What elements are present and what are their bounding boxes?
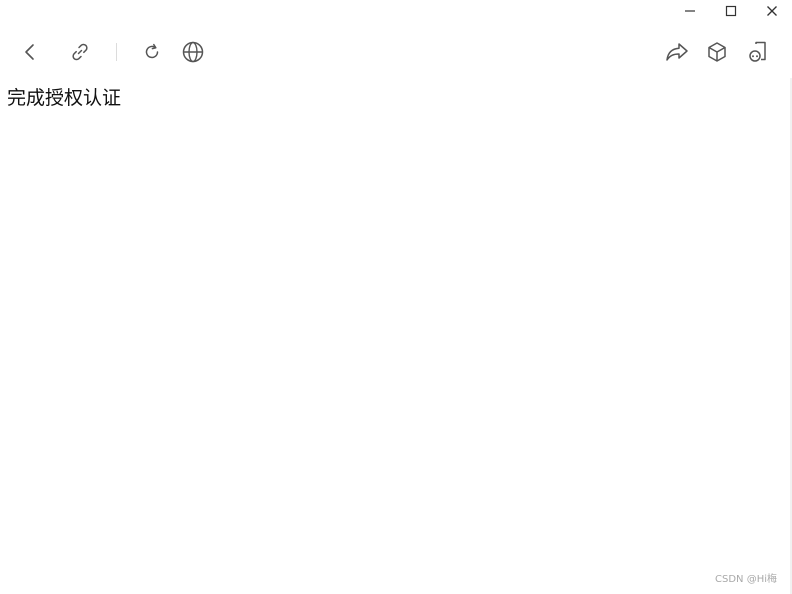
minimize-button[interactable] bbox=[669, 0, 710, 22]
maximize-icon bbox=[725, 5, 736, 17]
window-controls bbox=[669, 0, 792, 22]
close-icon bbox=[766, 6, 777, 16]
globe-icon bbox=[182, 41, 204, 63]
mini-program-icon bbox=[749, 41, 766, 62]
link-icon bbox=[72, 43, 88, 61]
auth-complete-message: 完成授权认证 bbox=[7, 87, 122, 109]
cube-icon bbox=[708, 42, 726, 62]
browser-window: 完成授权认证 CSDN @Hi梅 bbox=[0, 0, 792, 594]
refresh-icon bbox=[145, 43, 159, 59]
watermark: CSDN @Hi梅 bbox=[715, 574, 777, 585]
mini-program-button[interactable] bbox=[740, 32, 776, 72]
cube-button[interactable] bbox=[699, 32, 735, 72]
share-icon bbox=[666, 43, 688, 61]
open-in-browser-button[interactable] bbox=[175, 32, 211, 72]
close-button[interactable] bbox=[751, 0, 792, 22]
back-icon bbox=[25, 44, 34, 60]
refresh-button[interactable] bbox=[134, 32, 170, 72]
back-button[interactable] bbox=[12, 32, 48, 72]
minimize-icon bbox=[684, 10, 695, 12]
toolbar bbox=[0, 32, 792, 72]
maximize-button[interactable] bbox=[710, 0, 751, 22]
share-button[interactable] bbox=[659, 32, 695, 72]
toolbar-divider bbox=[116, 43, 117, 61]
copy-link-button[interactable] bbox=[62, 32, 98, 72]
